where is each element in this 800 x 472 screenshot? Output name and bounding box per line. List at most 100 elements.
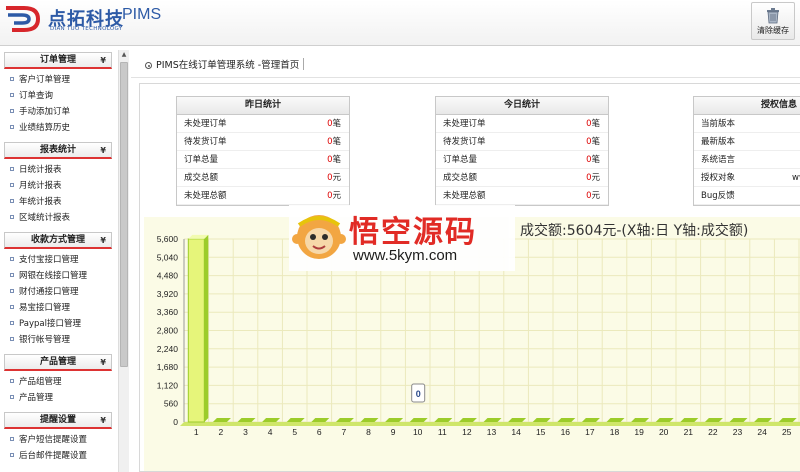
menu-products: 产品管理 ¥ 产品组管理 产品管理 [4,354,112,410]
sidebar-item-bank-accounts[interactable]: 银行帐号管理 [10,332,112,348]
header: 点拓科技 PIMS DIAN TUO TECHNOLOGY 清除缓存 [0,0,800,46]
sidebar-scrollbar[interactable]: ▲ [118,50,129,472]
bar [680,418,699,422]
bar [434,418,453,422]
radio-bullet-icon [145,62,152,69]
bullet-icon [10,77,14,81]
bar [729,418,748,422]
breadcrumb: PIMS在线订单管理系统 -管理首页 [145,57,305,71]
stat-row: 成交总额 0元 [436,169,608,187]
x-tick-label: 16 [561,427,571,437]
y-tick-label: 2,240 [157,344,179,354]
clear-cache-button[interactable]: 清除缓存 [751,2,795,40]
sidebar-item-region-report[interactable]: 区域统计报表 [10,210,112,226]
today-stats: 今日统计 未处理订单 0笔 待发货订单 0笔 订单总量 0笔 成交总额 0元 未处理总额… [435,96,609,206]
y-tick-label: 1,680 [157,362,179,372]
license-info: 授权信息 当前版本 最新版本 系统语言 授权对象ww Bug反馈 [693,96,800,206]
sidebar-item-daily-report[interactable]: 日统计报表 [10,162,112,178]
bar [557,418,576,422]
y-tick-label: 0 [173,417,178,427]
bullet-icon [10,183,14,187]
x-tick-label: 7 [342,427,347,437]
menu-header-products[interactable]: 产品管理 ¥ [4,354,112,371]
sidebar-item-sms-reminder[interactable]: 客户短信提醒设置 [10,432,112,448]
bar [237,418,256,422]
logo-text-pims: PIMS [122,6,162,23]
x-tick-label: 24 [757,427,767,437]
sidebar-item-order-query[interactable]: 订单查询 [10,88,112,104]
x-axis-base [180,422,800,426]
y-tick-label: 560 [164,399,178,409]
menu-reports: 报表统计 ¥ 日统计报表 月统计报表 年统计报表 区域统计报表 [4,142,112,230]
breadcrumb-bar: PIMS在线订单管理系统 -管理首页 [131,50,800,78]
dashboard-panel: 昨日统计 未处理订单 0笔 待发货订单 0笔 订单总量 0笔 成交总额 0元 未处理总额… [139,83,800,472]
bullet-icon [10,437,14,441]
bar [311,418,330,422]
x-tick-label: 10 [413,427,423,437]
scroll-up-arrow-icon[interactable]: ▲ [119,50,129,60]
stat-row: 当前版本 [694,115,800,133]
menu-payments: 收款方式管理 ¥ 支付宝接口管理 网银在线接口管理 财付通接口管理 易宝接口管理… [4,232,112,352]
y-tick-label: 1,120 [157,380,179,390]
sidebar-item-product-groups[interactable]: 产品组管理 [10,374,112,390]
stat-row: 成交总额 0元 [177,169,349,187]
sidebar-item-add-order[interactable]: 手动添加订单 [10,104,112,120]
bar [606,418,625,422]
menu-title: 提醒设置 [39,415,76,425]
bullet-icon [10,215,14,219]
menu-title: 报表统计 [39,145,76,155]
y-tick-label: 4,480 [157,271,179,281]
sidebar-item-paypal[interactable]: Paypal接口管理 [10,316,112,332]
y-tick-label: 5,600 [157,234,179,244]
logo-mark-icon [6,6,41,32]
x-tick-label: 18 [610,427,620,437]
stat-row: 订单总量 0笔 [436,151,608,169]
menu-title: 订单管理 [39,55,76,65]
sidebar-item-yearly-report[interactable]: 年统计报表 [10,194,112,210]
chevron-down-icon: ¥ [100,416,106,425]
x-tick-label: 1 [194,427,199,437]
menu-header-orders[interactable]: 订单管理 ¥ [4,52,112,69]
bullet-icon [10,337,14,341]
x-tick-label: 13 [487,427,497,437]
bar [778,418,797,422]
sidebar-item-products[interactable]: 产品管理 [10,390,112,406]
x-tick-label: 20 [659,427,669,437]
x-tick-label: 25 [782,427,792,437]
sidebar-item-email-reminder[interactable]: 后台邮件提醒设置 [10,448,112,464]
sidebar-item-settlement-history[interactable]: 业绩结算历史 [10,120,112,136]
stat-row: 待发货订单 0笔 [436,133,608,151]
stat-row: 待发货订单 0笔 [177,133,349,151]
x-tick-label: 8 [366,427,371,437]
clear-cache-label: 清除缓存 [757,26,789,35]
menu-header-reminders[interactable]: 提醒设置 ¥ [4,412,112,429]
monkey-logo-icon [292,215,346,259]
sidebar-item-yeepay[interactable]: 易宝接口管理 [10,300,112,316]
breadcrumb-text: PIMS在线订单管理系统 -管理首页 [156,60,300,71]
menu-header-payments[interactable]: 收款方式管理 ¥ [4,232,112,249]
stat-row: Bug反馈 [694,187,800,205]
y-tick-label: 3,360 [157,307,179,317]
bar [262,418,281,422]
y-tick-label: 2,800 [157,326,179,336]
sidebar-item-chinabank[interactable]: 网银在线接口管理 [10,268,112,284]
menu-header-reports[interactable]: 报表统计 ¥ [4,142,112,159]
stat-row: 系统语言 [694,151,800,169]
bar [581,418,600,422]
scrollbar-thumb[interactable] [120,62,128,367]
sidebar-item-customer-orders[interactable]: 客户订单管理 [10,72,112,88]
chevron-down-icon: ¥ [100,358,106,367]
sidebar-item-tenpay[interactable]: 财付通接口管理 [10,284,112,300]
bullet-icon [10,305,14,309]
sidebar-item-alipay[interactable]: 支付宝接口管理 [10,252,112,268]
bar [508,418,527,422]
bar [704,418,723,422]
bullet-icon [10,379,14,383]
x-tick-label: 12 [462,427,472,437]
bar [187,238,205,423]
bullet-icon [10,109,14,113]
stat-title: 授权信息 [694,97,800,115]
bar [458,418,477,422]
sidebar-item-monthly-report[interactable]: 月统计报表 [10,178,112,194]
x-tick-label: 3 [243,427,248,437]
